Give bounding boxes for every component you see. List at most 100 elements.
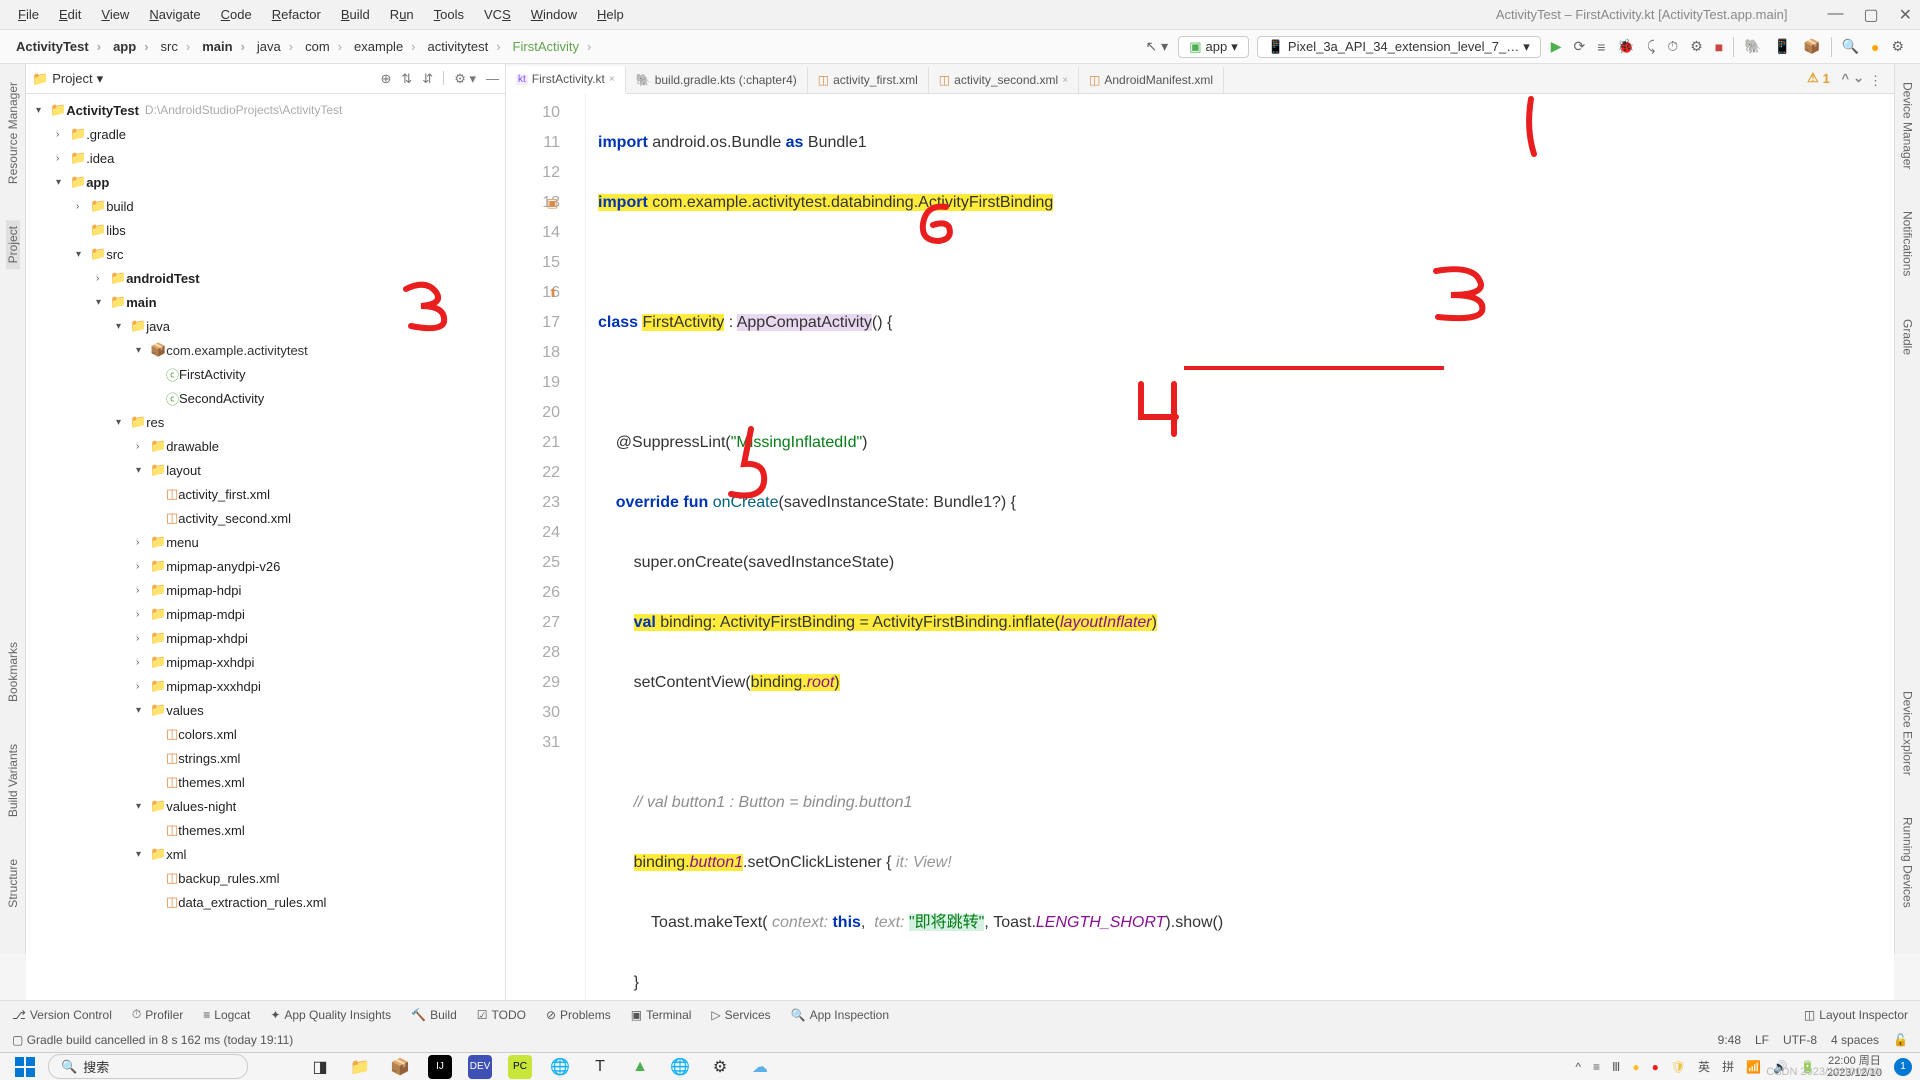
tool-project[interactable]: Project (6, 220, 20, 269)
restart-activity-icon[interactable]: ≡ (1591, 35, 1611, 59)
menu-window[interactable]: Window (521, 3, 587, 26)
bottom-app-quality[interactable]: ✦ App Quality Insights (270, 1008, 391, 1022)
crumb-7[interactable]: activitytest (422, 37, 507, 56)
menu-navigate[interactable]: Navigate (139, 3, 210, 26)
stop-icon[interactable]: ■ (1709, 35, 1729, 59)
select-opened-file-icon[interactable]: ⊕ (380, 71, 391, 87)
tool-bookmarks[interactable]: Bookmarks (6, 636, 20, 708)
crumb-5[interactable]: com (299, 37, 348, 56)
bottom-logcat[interactable]: ≡ Logcat (203, 1008, 250, 1022)
app-devtools[interactable]: DEV (468, 1055, 492, 1079)
app-taskview[interactable]: ◨ (308, 1055, 332, 1079)
tray-app2-icon[interactable]: ● (1632, 1060, 1639, 1074)
bottom-profiler[interactable]: ⏱ Profiler (132, 1007, 183, 1022)
sync-gradle-icon[interactable]: 🐘 (1738, 34, 1767, 59)
tool-gradle[interactable]: Gradle (1901, 313, 1915, 361)
tray-app4-icon[interactable]: 🛡 (1671, 1060, 1686, 1074)
crumb-3[interactable]: main (196, 37, 251, 56)
bottom-terminal[interactable]: ▣ Terminal (631, 1008, 692, 1022)
tray-ime2[interactable]: 拼 (1722, 1058, 1734, 1075)
bottom-build[interactable]: 🔨 Build (411, 1008, 457, 1022)
app-text[interactable]: T (588, 1055, 612, 1079)
bottom-layout-inspector[interactable]: ◫ Layout Inspector (1804, 1008, 1908, 1022)
collapse-all-icon[interactable]: ⇵ (422, 71, 433, 87)
tool-build-variants[interactable]: Build Variants (6, 738, 20, 823)
status-line-sep[interactable]: LF (1755, 1033, 1769, 1047)
status-encoding[interactable]: UTF-8 (1783, 1033, 1817, 1047)
bottom-app-inspection[interactable]: 🔍 App Inspection (791, 1008, 889, 1022)
settings-icon[interactable]: ⚙ (1885, 34, 1910, 59)
app-microsoft[interactable]: 📦 (388, 1055, 412, 1079)
problems-badge[interactable]: ⚠ 1 ^ ⌄ (1807, 70, 1864, 86)
run-icon[interactable]: ▶ (1545, 34, 1568, 59)
profile-icon[interactable]: ⏱ (1661, 34, 1684, 59)
debug-icon[interactable]: 🐞 (1611, 34, 1640, 59)
menu-view[interactable]: View (91, 3, 139, 26)
apply-changes-icon[interactable]: ⟳ (1568, 34, 1592, 59)
crumb-1[interactable]: app (107, 37, 154, 56)
crumb-0[interactable]: ActivityTest (10, 37, 107, 56)
close-icon[interactable]: ✕ (1899, 5, 1912, 25)
app-intellij[interactable]: IJ (428, 1055, 452, 1079)
tray-up-icon[interactable]: ^ (1575, 1060, 1581, 1074)
crumb-4[interactable]: java (251, 37, 299, 56)
tool-device-manager[interactable]: Device Manager (1901, 76, 1915, 175)
tool-device-explorer[interactable]: Device Explorer (1901, 685, 1915, 782)
app-settings[interactable]: ⚙ (708, 1055, 732, 1079)
avd-manager-icon[interactable]: 📱 (1768, 34, 1797, 59)
app-android-studio[interactable]: ▲ (628, 1055, 652, 1079)
menu-help[interactable]: Help (587, 3, 634, 26)
code-content[interactable]: import android.os.Bundle as Bundle1 impo… (586, 94, 1894, 1022)
tray-ime1[interactable]: 英 (1698, 1058, 1710, 1075)
project-tree[interactable]: ▾📁 ActivityTestD:\AndroidStudioProjects\… (26, 94, 505, 1022)
sdk-manager-icon[interactable]: 📦 (1797, 34, 1826, 59)
tab-build-gradle[interactable]: 🐘build.gradle.kts (:chapter4) (626, 67, 808, 93)
tray-wifi-icon[interactable]: 📶 (1746, 1060, 1761, 1074)
bottom-todo[interactable]: ☑ TODO (477, 1008, 526, 1022)
status-indent[interactable]: 4 spaces (1831, 1033, 1879, 1047)
bottom-problems[interactable]: ⊘ Problems (546, 1008, 611, 1022)
menu-build[interactable]: Build (331, 3, 380, 26)
crumb-6[interactable]: example (348, 37, 421, 56)
tab-activity-first[interactable]: ◫activity_first.xml (808, 67, 929, 93)
start-button[interactable] (8, 1055, 42, 1079)
app-cloud[interactable]: ☁ (748, 1055, 772, 1079)
menu-refactor[interactable]: Refactor (262, 3, 331, 26)
close-tab-icon[interactable]: × (1062, 75, 1068, 86)
tray-notifications-icon[interactable]: 1 (1894, 1058, 1912, 1076)
app-pycharm[interactable]: PC (508, 1055, 532, 1079)
tab-activity-second[interactable]: ◫activity_second.xml× (929, 67, 1079, 93)
menu-vcs[interactable]: VCS (474, 3, 521, 26)
crumb-2[interactable]: src (155, 37, 197, 56)
run-config-dropdown[interactable]: ▣ app ▾ (1178, 36, 1249, 58)
tab-first-activity[interactable]: ktFirstActivity.kt× (506, 66, 626, 94)
app-edge[interactable]: 🌐 (668, 1055, 692, 1079)
close-tab-icon[interactable]: × (609, 74, 615, 85)
device-dropdown[interactable]: 📱 Pixel_3a_API_34_extension_level_7_… ▾ (1257, 36, 1541, 58)
minimize-icon[interactable]: — (1827, 5, 1843, 25)
coverage-icon[interactable]: ⤹ (1641, 34, 1661, 59)
add-config-icon[interactable]: ↖ ▾ (1140, 34, 1175, 59)
bottom-services[interactable]: ▷ Services (711, 1008, 770, 1022)
expand-all-icon[interactable]: ⇅ (401, 71, 412, 87)
code-editor[interactable]: 101112 13▣ 1415 16⬆ 17181920212223242526… (506, 94, 1894, 1022)
tab-manifest[interactable]: ◫AndroidManifest.xml (1079, 67, 1224, 93)
project-view-select[interactable]: 📁 Project ▾ (32, 71, 103, 87)
taskbar-search[interactable]: 🔍 搜索 (48, 1054, 248, 1079)
tool-running-devices[interactable]: Running Devices (1901, 811, 1915, 914)
tray-battery-icon[interactable]: ≡ (1593, 1060, 1600, 1074)
crumb-8[interactable]: FirstActivity (507, 37, 598, 56)
menu-tools[interactable]: Tools (424, 3, 474, 26)
menu-code[interactable]: Code (211, 3, 262, 26)
search-everywhere-icon[interactable]: 🔍 (1836, 34, 1865, 59)
bottom-version-control[interactable]: ⎇ Version Control (12, 1008, 112, 1022)
attach-debugger-icon[interactable]: ⚙ (1684, 34, 1709, 59)
settings-gear-icon[interactable]: ⚙ ▾ (454, 71, 476, 87)
status-readonly-icon[interactable]: 🔓 (1893, 1033, 1908, 1047)
app-browser1[interactable]: 🌐 (548, 1055, 572, 1079)
menu-file[interactable]: FFileile (8, 3, 49, 26)
tool-notifications[interactable]: Notifications (1901, 205, 1915, 282)
hide-panel-icon[interactable]: — (486, 71, 499, 87)
maximize-icon[interactable]: ▢ (1863, 5, 1878, 25)
status-caret-pos[interactable]: 9:48 (1718, 1033, 1741, 1047)
